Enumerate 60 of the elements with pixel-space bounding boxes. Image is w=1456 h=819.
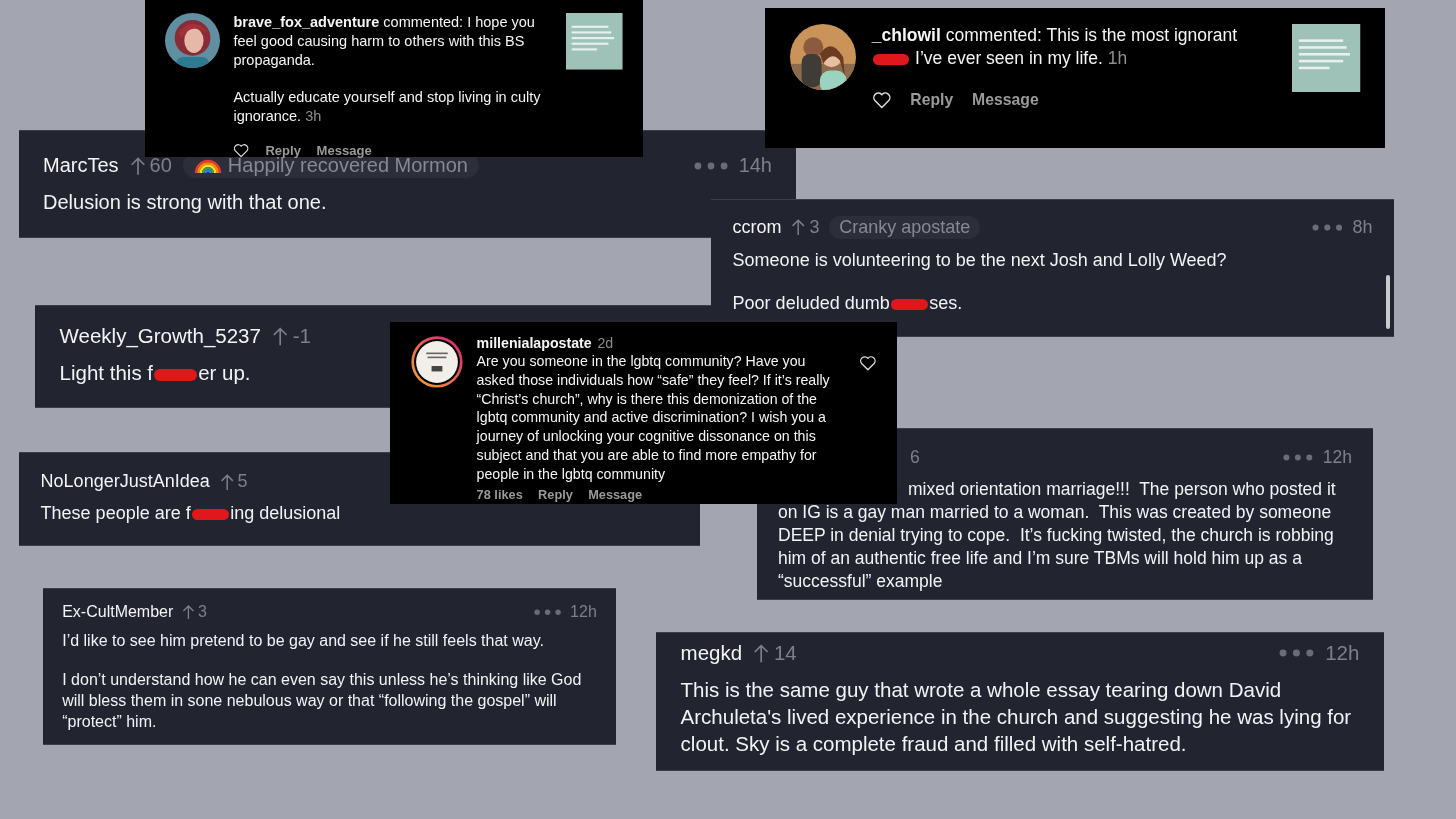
heart-icon[interactable] <box>859 354 878 371</box>
comment-text: I’d like to see him pretend to be gay and see if he still feels that way. <box>62 630 545 651</box>
comment-text: This is the same guy that wrote a whole essay tearing down David Archuleta's lived experience in the church and suggesting he was lying for clout. Sky is a complete fraud and filled with self-hatred. <box>680 677 1353 758</box>
comment-text: I don’t understand how he can even say this unless he’s thinking like God will bless them in sone nebulous way or that “following the gospel” will “protect” him. <box>62 669 583 732</box>
comment-text: Poor deluded dumb ses. <box>732 292 964 316</box>
username[interactable]: Weekly_Growth_5237 <box>59 324 261 348</box>
scrollbar[interactable] <box>1386 274 1390 330</box>
username[interactable]: millenialapostate <box>476 334 592 351</box>
action-link[interactable]: Reply <box>910 90 954 109</box>
more-icon[interactable] <box>1279 648 1314 658</box>
comment-text: Actually educate yourself and stop living in culty ignorance. 3h <box>233 87 542 126</box>
comment-text: Delusion is strong with that one. <box>43 190 328 215</box>
redaction-mark <box>191 508 230 520</box>
rainbow-icon <box>193 158 222 173</box>
post-thumbnail[interactable] <box>1292 23 1361 92</box>
comment-text: Someone is volunteering to be the next Josh and Lolly Weed? <box>732 248 1228 272</box>
timestamp: 3h <box>305 107 322 124</box>
comment-text: These people are f ing delusional <box>40 501 342 525</box>
username[interactable]: ccrom <box>732 216 782 238</box>
timestamp: 14h <box>738 154 772 177</box>
redaction-mark <box>872 53 910 65</box>
upvote-icon[interactable] <box>129 155 146 176</box>
more-icon[interactable] <box>1283 454 1314 461</box>
redaction-mark <box>890 298 929 311</box>
post-thumbnail[interactable] <box>566 13 623 70</box>
vote-count: 3 <box>809 216 820 238</box>
vote-count: 60 <box>149 154 172 177</box>
action-link[interactable]: Message <box>972 90 1039 109</box>
action-link[interactable]: Message <box>588 487 643 503</box>
timestamp: 8h <box>1352 216 1373 238</box>
vote-count: 3 <box>198 603 207 621</box>
upvote-icon[interactable] <box>753 642 770 664</box>
more-icon[interactable] <box>1311 223 1343 231</box>
username[interactable]: NoLongerJustAnIdea <box>40 471 210 492</box>
user-flair: Cranky apostate <box>829 216 981 239</box>
redaction-mark <box>154 368 198 382</box>
comment-text: brave_fox_adventure commented: I hope you feel good causing harm to others with this BS propaganda. <box>233 13 536 71</box>
vote-count: -1 <box>292 324 311 348</box>
likes-count[interactable]: 78 likes <box>476 487 523 503</box>
timestamp: 2d <box>597 334 614 351</box>
heart-icon[interactable] <box>871 90 892 109</box>
username[interactable]: Ex-CultMember <box>62 603 174 621</box>
action-link[interactable]: Reply <box>538 487 573 503</box>
timestamp: 12h <box>1325 641 1360 665</box>
upvote-icon[interactable] <box>272 325 289 347</box>
heart-icon[interactable] <box>233 143 250 159</box>
upvote-icon[interactable] <box>219 472 234 491</box>
more-icon[interactable] <box>534 608 562 616</box>
timestamp: 12h <box>570 603 597 621</box>
vote-count: 14 <box>773 641 797 665</box>
upvote-icon[interactable] <box>182 604 195 620</box>
timestamp: 12h <box>1322 447 1352 468</box>
timestamp: 1h <box>1107 47 1128 68</box>
username[interactable]: megkd <box>680 641 743 665</box>
more-icon[interactable] <box>693 161 728 170</box>
upvote-icon[interactable] <box>791 218 806 237</box>
vote-count: 5 <box>237 471 248 492</box>
username[interactable]: MarcTes <box>43 154 119 177</box>
comment-text: _chlowil commented: This is the most ignorant I’ve ever seen in my life. 1h <box>871 23 1239 70</box>
vote-count: 6 <box>910 447 920 468</box>
